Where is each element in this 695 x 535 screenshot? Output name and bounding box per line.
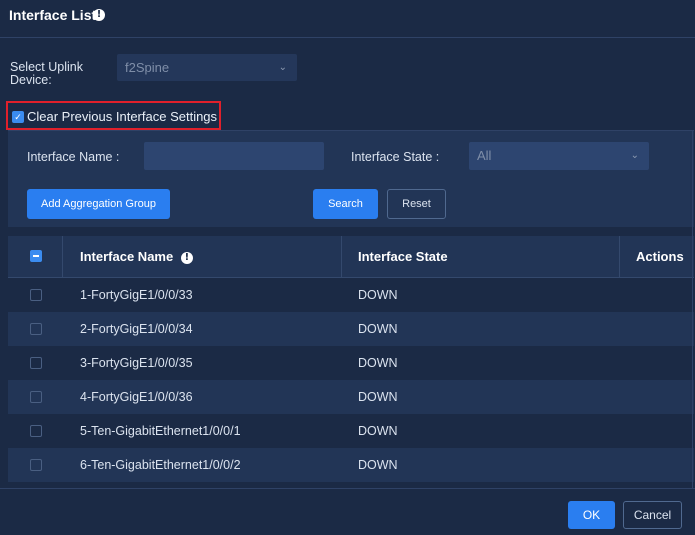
uplink-device-label: Select Uplink Device: [10, 61, 114, 87]
clear-previous-settings-highlight: ✓ Clear Previous Interface Settings [6, 101, 221, 130]
interface-state-label: Interface State : [351, 150, 440, 164]
row-interface-name: 4-FortyGigE1/0/0/36 [80, 390, 193, 404]
interface-table: Interface Name ! Interface State Actions… [8, 236, 694, 488]
uplink-device-label-text: Select Uplink Device: [10, 60, 83, 87]
column-divider [62, 236, 63, 278]
row-interface-state: DOWN [358, 322, 398, 336]
column-header-interface-name-text: Interface Name [80, 249, 174, 264]
column-header-actions: Actions [636, 249, 684, 264]
table-row[interactable]: 6-Ten-GigabitEthernet1/0/0/2 DOWN [8, 448, 694, 482]
interface-name-input[interactable] [144, 142, 324, 170]
chevron-down-icon: ⌄ [630, 150, 639, 161]
column-divider [341, 236, 342, 278]
row-checkbox[interactable] [30, 357, 42, 369]
add-aggregation-group-button[interactable]: Add Aggregation Group [27, 189, 170, 219]
row-interface-name: 1-FortyGigE1/0/0/33 [80, 288, 193, 302]
table-row[interactable]: 2-FortyGigE1/0/0/34 DOWN [8, 312, 694, 346]
row-interface-name: 2-FortyGigE1/0/0/34 [80, 322, 193, 336]
row-interface-name: 3-FortyGigE1/0/0/35 [80, 356, 193, 370]
row-checkbox[interactable] [30, 425, 42, 437]
column-header-interface-state[interactable]: Interface State [358, 236, 448, 278]
info-icon[interactable]: ! [180, 251, 193, 264]
reset-button[interactable]: Reset [387, 189, 446, 219]
cancel-button[interactable]: Cancel [623, 501, 682, 529]
row-interface-state: DOWN [358, 390, 398, 404]
footer-divider [0, 488, 695, 489]
column-divider [619, 236, 620, 278]
row-checkbox[interactable] [30, 459, 42, 471]
info-icon[interactable]: ! [93, 9, 105, 21]
table-row[interactable]: 3-FortyGigE1/0/0/35 DOWN [8, 346, 694, 380]
uplink-device-select[interactable]: f2Spine ⌄ [117, 54, 297, 81]
row-interface-state: DOWN [358, 458, 398, 472]
row-interface-state: DOWN [358, 424, 398, 438]
row-interface-name: 5-Ten-GigabitEthernet1/0/0/1 [80, 424, 241, 438]
table-row[interactable]: 5-Ten-GigabitEthernet1/0/0/1 DOWN [8, 414, 694, 448]
select-all-checkbox[interactable] [30, 250, 42, 262]
row-checkbox[interactable] [30, 323, 42, 335]
interface-state-value: All [477, 148, 492, 163]
table-header: Interface Name ! Interface State Actions [8, 236, 694, 278]
dialog-header: Interface List ! [0, 0, 695, 38]
uplink-device-value: f2Spine [125, 60, 170, 75]
chevron-down-icon: ⌄ [278, 62, 287, 73]
filter-panel: Interface Name : Interface State : All ⌄… [8, 130, 694, 227]
ok-button[interactable]: OK [568, 501, 615, 529]
clear-previous-settings-label[interactable]: Clear Previous Interface Settings [27, 109, 217, 124]
table-row[interactable]: 1-FortyGigE1/0/0/33 DOWN [8, 278, 694, 312]
search-button[interactable]: Search [313, 189, 378, 219]
table-row[interactable]: 4-FortyGigE1/0/0/36 DOWN [8, 380, 694, 414]
row-interface-state: DOWN [358, 356, 398, 370]
interface-name-label: Interface Name : [27, 150, 120, 164]
row-checkbox[interactable] [30, 289, 42, 301]
panel-border [692, 130, 693, 488]
interface-state-select[interactable]: All ⌄ [469, 142, 649, 170]
dialog-title: Interface List [9, 7, 97, 23]
clear-previous-settings-checkbox[interactable]: ✓ [12, 111, 24, 123]
row-interface-name: 6-Ten-GigabitEthernet1/0/0/2 [80, 458, 241, 472]
column-header-interface-name[interactable]: Interface Name ! [80, 236, 193, 278]
row-interface-state: DOWN [358, 288, 398, 302]
row-checkbox[interactable] [30, 391, 42, 403]
